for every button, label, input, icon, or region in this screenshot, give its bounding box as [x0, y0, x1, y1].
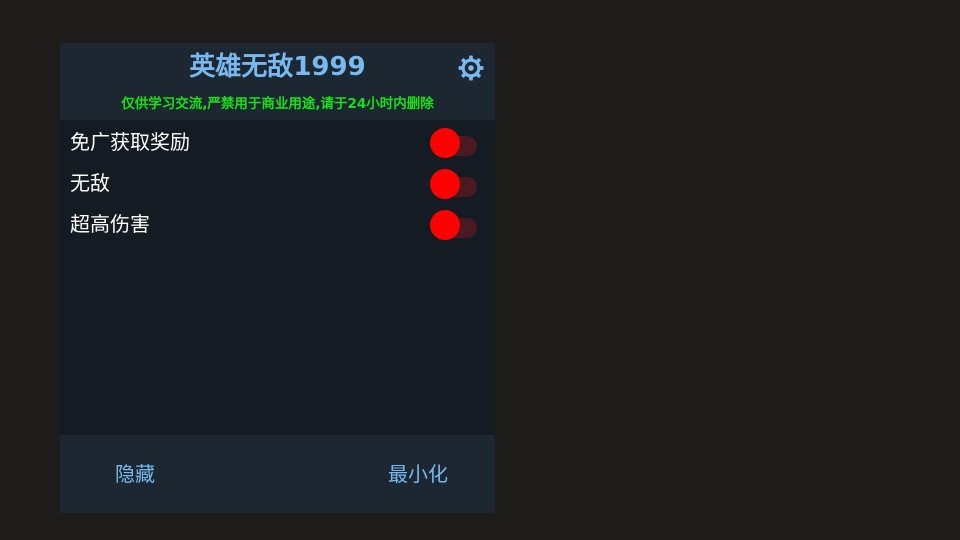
toggle-switch[interactable]	[430, 209, 478, 240]
option-row-no-ads-reward[interactable]: 免广获取奖励	[60, 122, 495, 163]
menu-header: 英雄无敌1999 仅供学习交流,严禁用于商业用途,请于24小时内删除	[60, 43, 495, 120]
switch-thumb	[430, 210, 460, 240]
switch-thumb	[430, 128, 460, 158]
menu-footer: 隐藏 最小化	[60, 435, 495, 513]
gear-icon[interactable]	[458, 53, 484, 83]
options-list: 免广获取奖励 无敌 超高伤害	[60, 120, 495, 435]
option-label: 免广获取奖励	[70, 130, 190, 154]
minimize-button[interactable]: 最小化	[388, 459, 448, 489]
option-row-high-damage[interactable]: 超高伤害	[60, 204, 495, 245]
toggle-switch[interactable]	[430, 168, 478, 199]
disclaimer-notice: 仅供学习交流,严禁用于商业用途,请于24小时内删除	[121, 96, 434, 112]
option-label: 超高伤害	[70, 212, 150, 236]
toggle-switch[interactable]	[430, 127, 478, 158]
option-label: 无敌	[70, 171, 110, 195]
switch-thumb	[430, 169, 460, 199]
option-row-invincible[interactable]: 无敌	[60, 163, 495, 204]
menu-title: 英雄无敌1999	[189, 52, 366, 82]
mod-menu-panel: 英雄无敌1999 仅供学习交流,严禁用于商业用途,请于24小时内删除 免广获取奖…	[60, 43, 495, 513]
hide-button[interactable]: 隐藏	[115, 459, 155, 489]
